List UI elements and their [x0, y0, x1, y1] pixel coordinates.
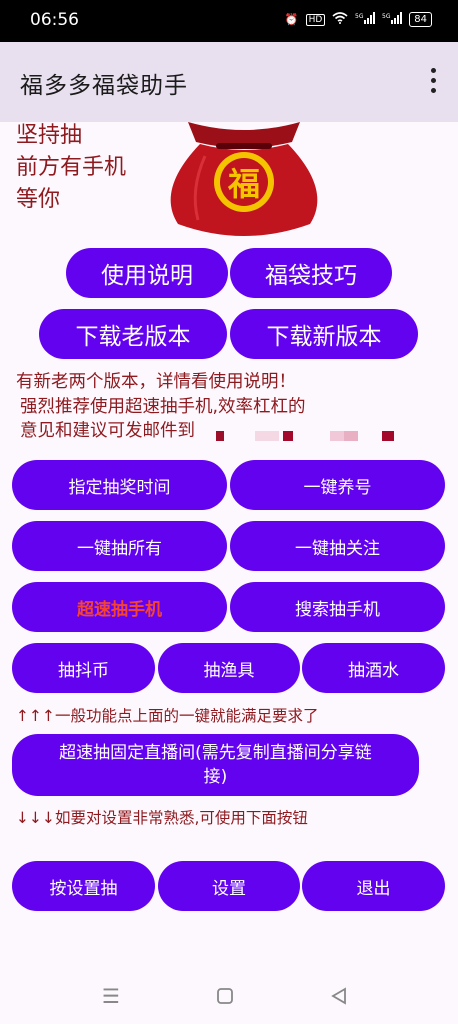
hd-icon: HD	[305, 13, 326, 26]
search-draw-phone-button[interactable]: 搜索抽手机	[230, 582, 445, 632]
draw-fishing-gear-button[interactable]: 抽渔具	[158, 643, 300, 693]
speed-draw-fixed-live-button[interactable]: 超速抽固定直播间(需先复制直播间分享链接)	[12, 734, 419, 796]
wifi-icon	[332, 12, 348, 27]
system-nav-bar: ☰	[0, 972, 458, 1024]
svg-text:5G: 5G	[382, 13, 391, 20]
nurture-account-button[interactable]: 一键养号	[230, 460, 445, 510]
hint-up: ↑↑↑一般功能点上面的一键就能满足要求了	[16, 707, 319, 725]
tips-button[interactable]: 福袋技巧	[230, 248, 392, 298]
status-time: 06:56	[30, 10, 79, 30]
speed-draw-phone-button[interactable]: 超速抽手机	[12, 582, 227, 632]
svg-text:5G: 5G	[355, 13, 364, 20]
status-bar: 06:56 ⏰ HD 5G 5G 84	[0, 0, 458, 42]
exit-button[interactable]: 退出	[302, 861, 445, 911]
app-bar: 福多多福袋助手	[0, 42, 458, 122]
notice-line-2: 强烈推荐使用超速抽手机,效率杠杠的	[20, 396, 306, 417]
lucky-bag-image: 福	[160, 120, 328, 238]
draw-followed-button[interactable]: 一键抽关注	[230, 521, 445, 571]
draw-by-settings-button[interactable]: 按设置抽	[12, 861, 155, 911]
download-old-button[interactable]: 下载老版本	[39, 309, 227, 359]
slogan-line-1: 坚持抽	[16, 123, 83, 148]
overflow-menu-icon[interactable]	[426, 68, 440, 96]
draw-liquor-button[interactable]: 抽酒水	[302, 643, 445, 693]
alarm-icon: ⏰	[284, 13, 299, 26]
recents-icon[interactable]: ☰	[102, 984, 120, 1008]
download-new-button[interactable]: 下载新版本	[230, 309, 418, 359]
status-icons: ⏰ HD 5G 5G 84	[285, 12, 432, 27]
slogan: 坚持抽 前方有手机 等你	[16, 120, 126, 216]
signal-5g-icon: 5G	[382, 12, 403, 27]
notice-line-1: 有新老两个版本，详情看使用说明！	[16, 372, 296, 392]
battery-indicator: 84	[409, 12, 432, 27]
back-icon[interactable]	[330, 986, 348, 1010]
draw-all-button[interactable]: 一键抽所有	[12, 521, 227, 571]
hint-down: ↓↓↓如要对设置非常熟悉,可使用下面按钮	[16, 809, 308, 827]
home-icon[interactable]	[216, 986, 234, 1010]
slogan-line-3: 等你	[16, 187, 61, 212]
settings-button[interactable]: 设置	[158, 861, 300, 911]
signal-5g-icon: 5G	[355, 12, 376, 27]
usage-button[interactable]: 使用说明	[66, 248, 228, 298]
draw-dou-coin-button[interactable]: 抽抖币	[12, 643, 155, 693]
app-title: 福多多福袋助手	[20, 73, 188, 99]
svg-text:福: 福	[227, 165, 260, 203]
schedule-draw-button[interactable]: 指定抽奖时间	[12, 460, 227, 510]
slogan-line-2: 前方有手机	[16, 155, 127, 180]
